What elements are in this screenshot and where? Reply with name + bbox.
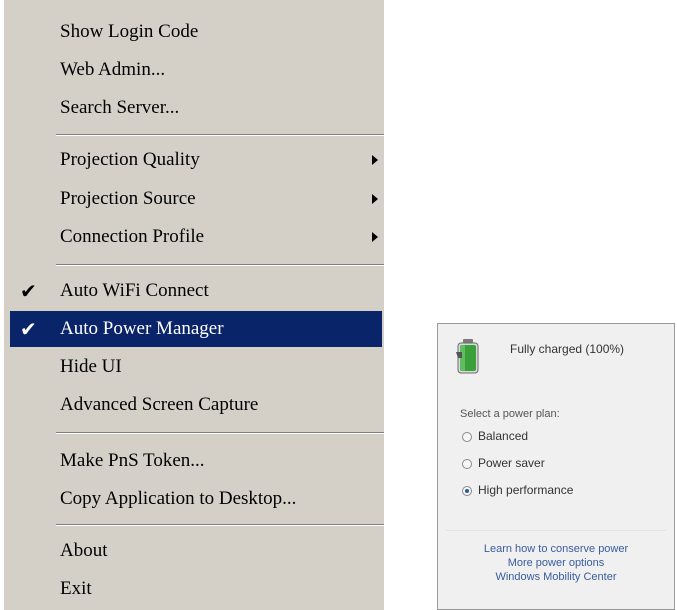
link-conserve-power[interactable]: Learn how to conserve power [438, 542, 674, 556]
menu-item-auto-wifi-connect[interactable]: ✔ Auto WiFi Connect [10, 273, 382, 309]
link-mobility-center[interactable]: Windows Mobility Center [438, 570, 674, 584]
menu-item-make-pns-token[interactable]: Make PnS Token... [14, 443, 382, 479]
menu-separator [56, 432, 384, 434]
menu-item-label: About [60, 540, 108, 561]
menu-item-label: Show Login Code [60, 21, 199, 42]
battery-icon [456, 339, 479, 374]
menu-separator [56, 524, 384, 526]
menu-item-label: Advanced Screen Capture [60, 394, 259, 415]
submenu-arrow-icon [372, 194, 378, 204]
menu-item-auto-power-manager[interactable]: ✔ Auto Power Manager [10, 311, 382, 347]
submenu-arrow-icon [372, 232, 378, 242]
menu-item-label: Exit [60, 578, 92, 599]
radio-button[interactable] [462, 432, 472, 442]
select-plan-label: Select a power plan: [460, 408, 560, 420]
menu-item-exit[interactable]: Exit [14, 571, 382, 607]
link-more-power-options[interactable]: More power options [438, 556, 674, 570]
divider [446, 530, 666, 531]
power-links: Learn how to conserve power More power o… [438, 542, 674, 584]
menu-item-label: Search Server... [60, 97, 180, 118]
menu-separator [56, 134, 384, 136]
menu-item-projection-source[interactable]: Projection Source [14, 181, 382, 217]
menu-item-label: Make PnS Token... [60, 450, 205, 471]
menu-item-label: Web Admin... [60, 59, 166, 80]
menu-item-hide-ui[interactable]: Hide UI [14, 349, 382, 385]
menu-item-label: Projection Source [60, 188, 196, 209]
menu-separator [56, 264, 384, 266]
context-menu: Show Login Code Web Admin... Search Serv… [4, 0, 384, 610]
radio-button-selected[interactable] [462, 486, 472, 496]
menu-item-label: Hide UI [60, 356, 122, 377]
power-plan-label: Power saver [478, 456, 545, 470]
menu-item-show-login-code[interactable]: Show Login Code [14, 14, 382, 50]
power-flyout: Fully charged (100%) Select a power plan… [437, 323, 675, 610]
menu-item-web-admin[interactable]: Web Admin... [14, 52, 382, 88]
submenu-arrow-icon [372, 155, 378, 165]
power-plan-label: High performance [478, 483, 574, 497]
battery-status: Fully charged (100%) [510, 342, 625, 356]
menu-item-label: Auto WiFi Connect [60, 280, 209, 301]
radio-button[interactable] [462, 459, 472, 469]
menu-item-about[interactable]: About [14, 533, 382, 569]
menu-item-copy-application[interactable]: Copy Application to Desktop... [14, 481, 382, 517]
menu-item-connection-profile[interactable]: Connection Profile [14, 219, 382, 255]
check-icon: ✔ [20, 317, 37, 341]
menu-item-label: Copy Application to Desktop... [60, 488, 297, 509]
menu-item-advanced-screen-capture[interactable]: Advanced Screen Capture [14, 387, 382, 423]
menu-item-projection-quality[interactable]: Projection Quality [14, 142, 382, 178]
menu-item-label: Auto Power Manager [60, 318, 224, 339]
menu-item-label: Connection Profile [60, 226, 205, 247]
menu-item-search-server[interactable]: Search Server... [14, 90, 382, 126]
menu-item-label: Projection Quality [60, 149, 200, 170]
power-plan-label: Balanced [478, 429, 529, 443]
check-icon: ✔ [20, 279, 37, 303]
